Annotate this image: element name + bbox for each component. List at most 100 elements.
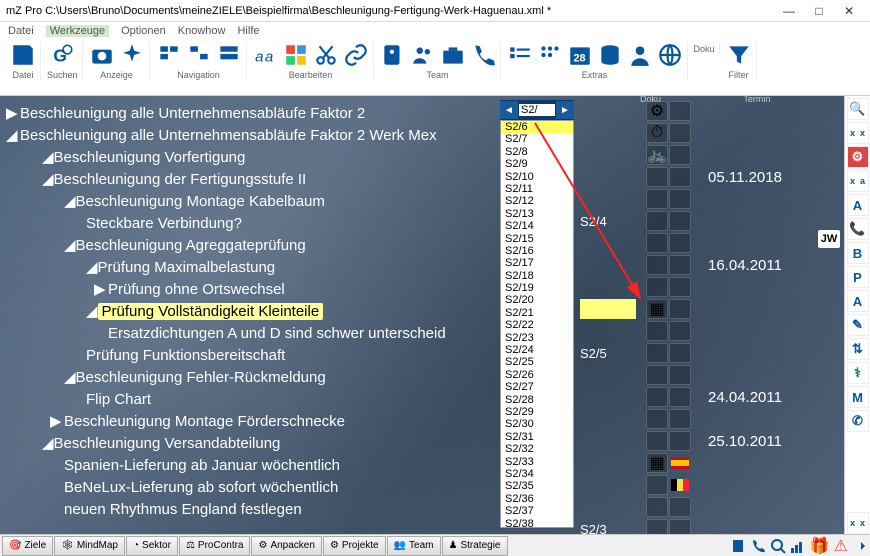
doku-box[interactable]: ▦ [646, 299, 668, 319]
briefcase-icon[interactable] [440, 42, 466, 68]
doku-box2[interactable] [669, 167, 691, 187]
tree-row[interactable]: ◢Beschleunigung alle Unternehmensabläufe… [6, 124, 496, 146]
gear-icon[interactable]: ⚙ [847, 146, 869, 168]
dd-item[interactable]: S2/11 [501, 183, 573, 195]
fb-sektor[interactable]: ◔Sektor [126, 536, 178, 556]
medical-icon[interactable]: ⚕ [847, 362, 869, 384]
doku-box2[interactable] [669, 387, 691, 407]
save-icon[interactable] [10, 42, 36, 68]
doku-box[interactable]: ▦ [646, 453, 668, 473]
doku-box[interactable] [646, 189, 668, 209]
dd-item[interactable]: S2/27 [501, 381, 573, 393]
nav-icon-1[interactable] [156, 42, 182, 68]
doku-box2[interactable] [669, 343, 691, 363]
doku-box2[interactable] [669, 365, 691, 385]
rs-letter-a[interactable]: A [847, 194, 869, 216]
search-g-icon[interactable]: G [49, 42, 75, 68]
doku-box2[interactable] [669, 409, 691, 429]
doku-box2[interactable] [669, 321, 691, 341]
doku-box[interactable] [646, 233, 668, 253]
menu-optionen[interactable]: Optionen [121, 25, 166, 37]
calendar-icon[interactable]: 28 [567, 42, 593, 68]
doku-box[interactable] [646, 519, 668, 534]
menu-werkzeuge[interactable]: Werkzeuge [46, 25, 109, 37]
dd-item[interactable]: S2/26 [501, 369, 573, 381]
doku-box[interactable] [646, 321, 668, 341]
tree-row[interactable]: ◢ Beschleunigung Versandabteilung [6, 432, 496, 454]
person-icon[interactable] [627, 42, 653, 68]
doku-box2[interactable] [669, 453, 691, 473]
dd-item[interactable]: S2/25 [501, 356, 573, 368]
tree-row[interactable]: neuen Rhythmus England festlegen [6, 498, 496, 520]
dd-item[interactable]: S2/38 [501, 518, 573, 529]
dd-item[interactable]: S2/21 [501, 307, 573, 319]
nav-icon-2[interactable] [186, 42, 212, 68]
dd-next-button[interactable]: ► [556, 101, 574, 119]
doku-box[interactable]: 🚲 [646, 145, 668, 165]
dd-item[interactable]: S2/24 [501, 344, 573, 356]
team-icon[interactable] [410, 42, 436, 68]
phone-icon[interactable] [470, 42, 496, 68]
tree-row[interactable]: Flip Chart [6, 388, 496, 410]
dd-item[interactable]: S2/34 [501, 468, 573, 480]
doku-box2[interactable] [669, 233, 691, 253]
doku-box[interactable] [646, 211, 668, 231]
dd-item[interactable]: S2/30 [501, 418, 573, 430]
dd-item[interactable]: S2/35 [501, 480, 573, 492]
phone-side-icon[interactable]: 📞 [847, 218, 869, 240]
tree-row[interactable]: ◢ Beschleunigung Agreggateprüfung [6, 234, 496, 256]
dd-item[interactable]: S2/29 [501, 406, 573, 418]
dd-item[interactable]: S2/28 [501, 394, 573, 406]
tree-row[interactable]: ▶Prüfung ohne Ortswechsel [6, 278, 496, 300]
tree-row[interactable]: ◢ Beschleunigung Fehler-Rückmeldung [6, 366, 496, 388]
doku-box2[interactable] [669, 211, 691, 231]
doku-box2[interactable] [669, 497, 691, 517]
dd-list[interactable]: S2/6S2/7S2/8S2/9S2/10S2/11S2/12S2/13S2/1… [500, 120, 574, 528]
filter-icon[interactable] [726, 42, 752, 68]
fb-strategie[interactable]: ♟Strategie [442, 536, 508, 556]
gift-icon[interactable]: 🎁 [810, 536, 830, 556]
fb-projekte[interactable]: ⚙Projekte [323, 536, 386, 556]
tree-row[interactable]: ◢ Beschleunigung Vorfertigung [6, 146, 496, 168]
cut-icon[interactable] [313, 42, 339, 68]
doku-box2[interactable] [669, 519, 691, 534]
dd-item[interactable]: S2/12 [501, 195, 573, 207]
tree-row[interactable]: ◢ Beschleunigung der Fertigungsstufe II [6, 168, 496, 190]
doku-box2[interactable] [669, 101, 691, 121]
dd-item[interactable]: S2/19 [501, 282, 573, 294]
rs-letter-m[interactable]: M [847, 386, 869, 408]
fb-ziele[interactable]: 🎯Ziele [2, 536, 53, 556]
close-button[interactable]: ✕ [834, 1, 864, 21]
globe-icon[interactable] [657, 42, 683, 68]
fb-mindmap[interactable]: 🕸MindMap [54, 536, 125, 556]
bars-icon[interactable] [790, 538, 806, 554]
dd-item[interactable]: S2/32 [501, 443, 573, 455]
doku-box2[interactable] [669, 277, 691, 297]
outline-tree[interactable]: ▶Beschleunigung alle Unternehmensabläufe… [6, 102, 496, 520]
dots-icon[interactable] [537, 42, 563, 68]
dd-item[interactable]: S2/10 [501, 171, 573, 183]
checklist-icon[interactable] [507, 42, 533, 68]
tree-row[interactable]: ◢ Prüfung Vollständigkeit Kleinteile [6, 300, 496, 322]
doku-box[interactable] [646, 409, 668, 429]
initials-badge[interactable]: JW [818, 230, 840, 248]
phone2-icon[interactable]: ✆ [847, 410, 869, 432]
dd-item[interactable]: S2/33 [501, 456, 573, 468]
fb-anpacken[interactable]: ⚙Anpacken [251, 536, 321, 556]
doku-box2[interactable] [669, 255, 691, 275]
minimize-button[interactable]: — [774, 1, 804, 21]
doku-box2[interactable] [669, 299, 691, 319]
fb-team[interactable]: 👥Team [387, 536, 441, 556]
clipboard-icon[interactable] [730, 538, 746, 554]
tree-row[interactable]: ▶Beschleunigung alle Unternehmensabläufe… [6, 102, 496, 124]
dd-item[interactable]: S2/13 [501, 208, 573, 220]
dd-item[interactable]: S2/7 [501, 133, 573, 145]
doku-box[interactable] [646, 365, 668, 385]
doku-box[interactable] [646, 167, 668, 187]
dd-item[interactable]: S2/36 [501, 493, 573, 505]
rs-x2[interactable]: x a [847, 170, 869, 192]
doku-box2[interactable] [669, 189, 691, 209]
font-icon[interactable]: aa [253, 42, 279, 68]
tree-row[interactable]: BeNeLux-Lieferung ab sofort wöchentlich [6, 476, 496, 498]
dd-item[interactable]: S2/15 [501, 233, 573, 245]
